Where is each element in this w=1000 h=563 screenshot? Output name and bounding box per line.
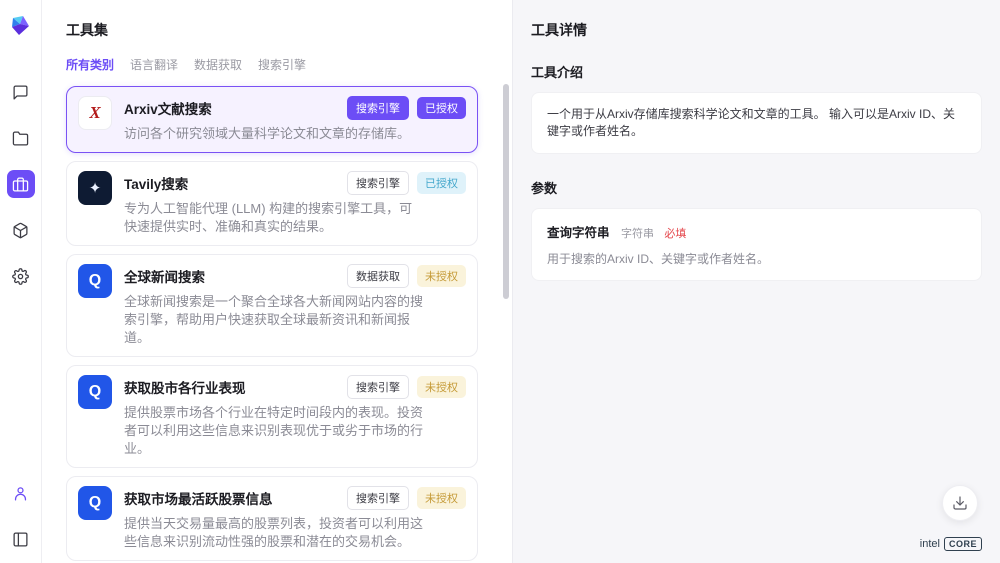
tool-name: 获取市场最活跃股票信息 [124,488,339,508]
tool-auth-badge: 已授权 [417,172,466,194]
tool-card-body: 获取市场最活跃股票信息 搜索引擎 未授权 提供当天交易量最高的股票列表，投资者可… [124,486,466,551]
tool-description: 提供股票市场各个行业在特定时间段内的表现。投资者可以利用这些信息来识别表现优于或… [124,404,424,458]
sidebar [0,0,42,563]
param-required-flag: 必填 [664,228,686,240]
tool-category-badge: 搜索引擎 [347,486,409,510]
tool-intro-card: 一个用于从Arxiv存储库搜索科学论文和文章的工具。 输入可以是Arxiv ID… [531,92,982,154]
tool-category-badge: 数据获取 [347,264,409,288]
tool-card-body: Arxiv文献搜索 搜索引擎 已授权 访问各个研究领域大量科学论文和文章的存储库… [124,96,466,143]
category-tab[interactable]: 所有类别 [66,56,114,73]
tool-card-body: 获取股市各行业表现 搜索引擎 未授权 提供股票市场各个行业在特定时间段内的表现。… [124,375,466,458]
tool-icon: Q [78,486,112,520]
gear-icon [12,268,29,285]
page-title: 工具集 [66,20,478,40]
sidebar-item-settings[interactable] [7,262,35,290]
box-icon [12,222,29,239]
tool-card[interactable]: Q 获取股市各行业表现 搜索引擎 未授权 提供股票市场各个行业在特定时间段内的表… [66,365,478,468]
tool-name: 获取股市各行业表现 [124,377,339,397]
category-tab[interactable]: 搜索引擎 [258,56,306,73]
tool-category-badge: 搜索引擎 [347,171,409,195]
tool-list: X Arxiv文献搜索 搜索引擎 已授权 访问各个研究领域大量科学论文和文章的存… [66,86,478,563]
tool-icon: Q [78,264,112,298]
tool-icon: ✦ [78,171,112,205]
folder-icon [12,130,29,147]
tool-auth-badge: 未授权 [417,487,466,509]
chat-icon [12,84,29,101]
tool-card[interactable]: ✦ Tavily搜索 搜索引擎 已授权 专为人工智能代理 (LLM) 构建的搜索… [66,161,478,246]
tool-auth-badge: 未授权 [417,376,466,398]
briefcase-icon [12,176,29,193]
tool-card-body: Tavily搜索 搜索引擎 已授权 专为人工智能代理 (LLM) 构建的搜索引擎… [124,171,466,236]
tool-card-header: 获取市场最活跃股票信息 搜索引擎 未授权 [124,486,466,510]
tool-name: Arxiv文献搜索 [124,98,339,118]
app-root: 工具集 所有类别语言翻译数据获取搜索引擎 X Arxiv文献搜索 搜索引擎 已授… [0,0,1000,563]
download-button[interactable] [942,485,978,521]
user-icon [12,485,29,502]
tool-icon: Q [78,375,112,409]
sidebar-item-toggle-panel[interactable] [7,525,35,553]
tool-description: 专为人工智能代理 (LLM) 构建的搜索引擎工具，可快速提供实时、准确和真实的结… [124,200,424,236]
intro-heading: 工具介绍 [531,62,982,81]
param-card: 查询字符串 字符串 必填 用于搜索的Arxiv ID、关键字或作者姓名。 [531,208,982,281]
tool-name: 全球新闻搜索 [124,266,339,286]
category-tabs: 所有类别语言翻译数据获取搜索引擎 [66,56,478,73]
tool-category-badge: 搜索引擎 [347,375,409,399]
detail-panel-title: 工具详情 [531,20,982,40]
download-icon [952,495,968,511]
params-heading: 参数 [531,178,982,197]
tool-name: Tavily搜索 [124,173,339,193]
tool-detail-panel: 工具详情 工具介绍 一个用于从Arxiv存储库搜索科学论文和文章的工具。 输入可… [512,0,1000,563]
tool-description: 全球新闻搜索是一个聚合全球各大新闻网站内容的搜索引擎，帮助用户快速获取全球最新资… [124,293,424,347]
tool-description: 访问各个研究领域大量科学论文和文章的存储库。 [124,125,424,143]
sidebar-item-tools[interactable] [7,170,35,198]
tool-card-header: Arxiv文献搜索 搜索引擎 已授权 [124,96,466,120]
tool-icon: X [78,96,112,130]
tool-card-header: 获取股市各行业表现 搜索引擎 未授权 [124,375,466,399]
sidebar-item-chat[interactable] [7,78,35,106]
tool-card-header: 全球新闻搜索 数据获取 未授权 [124,264,466,288]
intel-text: intel [920,538,940,550]
tool-card[interactable]: Q 获取市场最活跃股票信息 搜索引擎 未授权 提供当天交易量最高的股票列表，投资… [66,476,478,561]
tool-category-badge: 搜索引擎 [347,96,409,120]
category-tab[interactable]: 数据获取 [194,56,242,73]
intel-core-logo: intel CORE [920,537,982,551]
sidebar-item-user[interactable] [7,479,35,507]
tool-card[interactable]: X Arxiv文献搜索 搜索引擎 已授权 访问各个研究领域大量科学论文和文章的存… [66,86,478,153]
param-name: 查询字符串 [547,226,610,240]
sidebar-item-files[interactable] [7,124,35,152]
core-text: CORE [944,537,982,551]
tool-card-header: Tavily搜索 搜索引擎 已授权 [124,171,466,195]
sidebar-item-packages[interactable] [7,216,35,244]
tool-collection-panel: 工具集 所有类别语言翻译数据获取搜索引擎 X Arxiv文献搜索 搜索引擎 已授… [42,0,512,563]
tool-card[interactable]: Q 全球新闻搜索 数据获取 未授权 全球新闻搜索是一个聚合全球各大新闻网站内容的… [66,254,478,357]
tool-auth-badge: 已授权 [417,97,466,119]
scrollbar[interactable] [503,84,509,299]
tool-auth-badge: 未授权 [417,265,466,287]
layout-panel-icon [12,531,29,548]
param-type: 字符串 [621,228,654,240]
app-logo-icon[interactable] [9,14,33,38]
param-header: 查询字符串 字符串 必填 [547,222,966,242]
param-description: 用于搜索的Arxiv ID、关键字或作者姓名。 [547,250,966,267]
tool-card-body: 全球新闻搜索 数据获取 未授权 全球新闻搜索是一个聚合全球各大新闻网站内容的搜索… [124,264,466,347]
tool-description: 提供当天交易量最高的股票列表，投资者可以利用这些信息来识别流动性强的股票和潜在的… [124,515,424,551]
category-tab[interactable]: 语言翻译 [130,56,178,73]
